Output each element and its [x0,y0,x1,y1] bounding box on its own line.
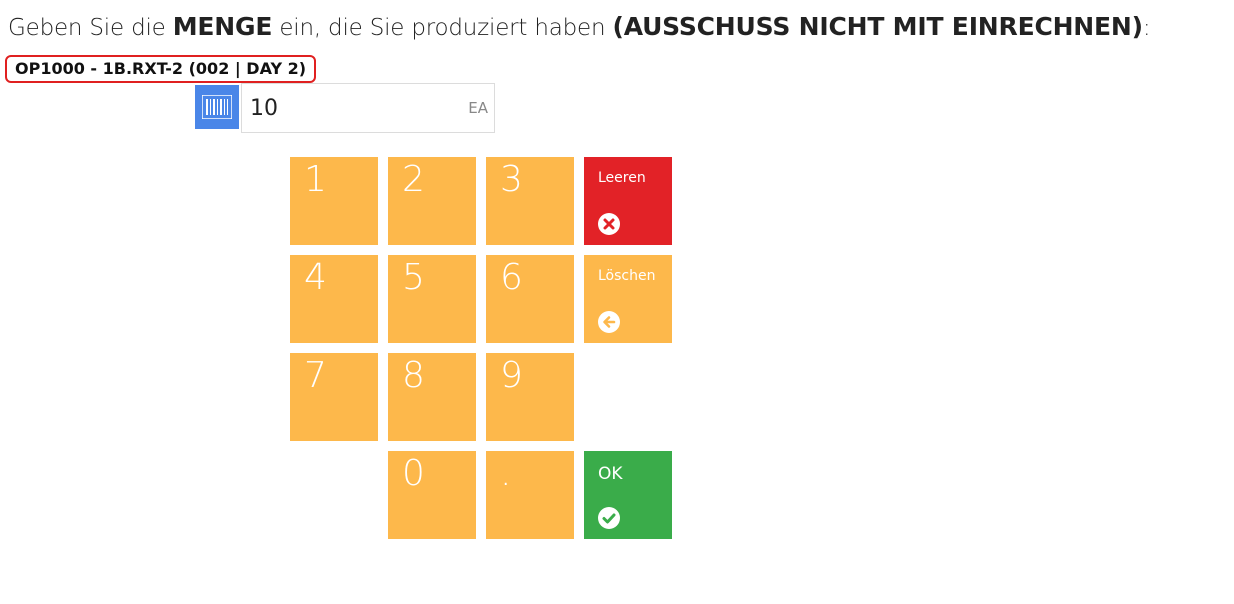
key-6[interactable]: 6 [486,255,574,343]
key-label: 4 [304,257,327,298]
x-circle-icon [598,213,620,235]
key-label: 0 [402,453,425,494]
barcode-scan-button[interactable] [195,85,239,129]
key-1[interactable]: 1 [290,157,378,245]
instruction-emphasis-menge: MENGE [172,12,273,41]
check-circle-icon [598,507,620,529]
delete-label: Löschen [598,268,656,284]
key-label: 1 [304,159,327,200]
key-label: 8 [402,355,425,396]
key-7[interactable]: 7 [290,353,378,441]
key-9[interactable]: 9 [486,353,574,441]
key-5[interactable]: 5 [388,255,476,343]
instruction-colon: : [1142,15,1151,41]
instruction-part: ein, die Sie produziert haben [272,15,613,41]
quantity-input[interactable]: 10 EA [241,83,495,133]
key-3[interactable]: 3 [486,157,574,245]
instruction-emphasis-scrap: (AUSSCHUSS NICHT MIT EINRECHNEN) [612,12,1143,41]
quantity-value: 10 [250,96,278,121]
key-2[interactable]: 2 [388,157,476,245]
key-label: . [500,453,512,494]
key-label: 7 [304,355,327,396]
quantity-unit: EA [468,99,488,117]
instruction-part: Geben Sie die [8,15,173,41]
arrow-left-circle-icon [598,311,620,333]
key-label: 5 [402,257,425,298]
key-decimal[interactable]: . [486,451,574,539]
key-0[interactable]: 0 [388,451,476,539]
barcode-icon [202,95,232,119]
key-label: 9 [500,355,523,396]
instruction-text: Geben Sie die MENGE ein, die Sie produzi… [8,12,1151,41]
key-label: 3 [500,159,523,200]
key-4[interactable]: 4 [290,255,378,343]
key-8[interactable]: 8 [388,353,476,441]
key-label: 6 [500,257,523,298]
delete-button[interactable]: Löschen [584,255,672,343]
ok-label: OK [598,464,623,484]
ok-button[interactable]: OK [584,451,672,539]
key-label: 2 [402,159,425,200]
clear-label: Leeren [598,170,646,186]
clear-button[interactable]: Leeren [584,157,672,245]
order-label: OP1000 - 1B.RXT-2 (002 | DAY 2) [5,55,317,83]
